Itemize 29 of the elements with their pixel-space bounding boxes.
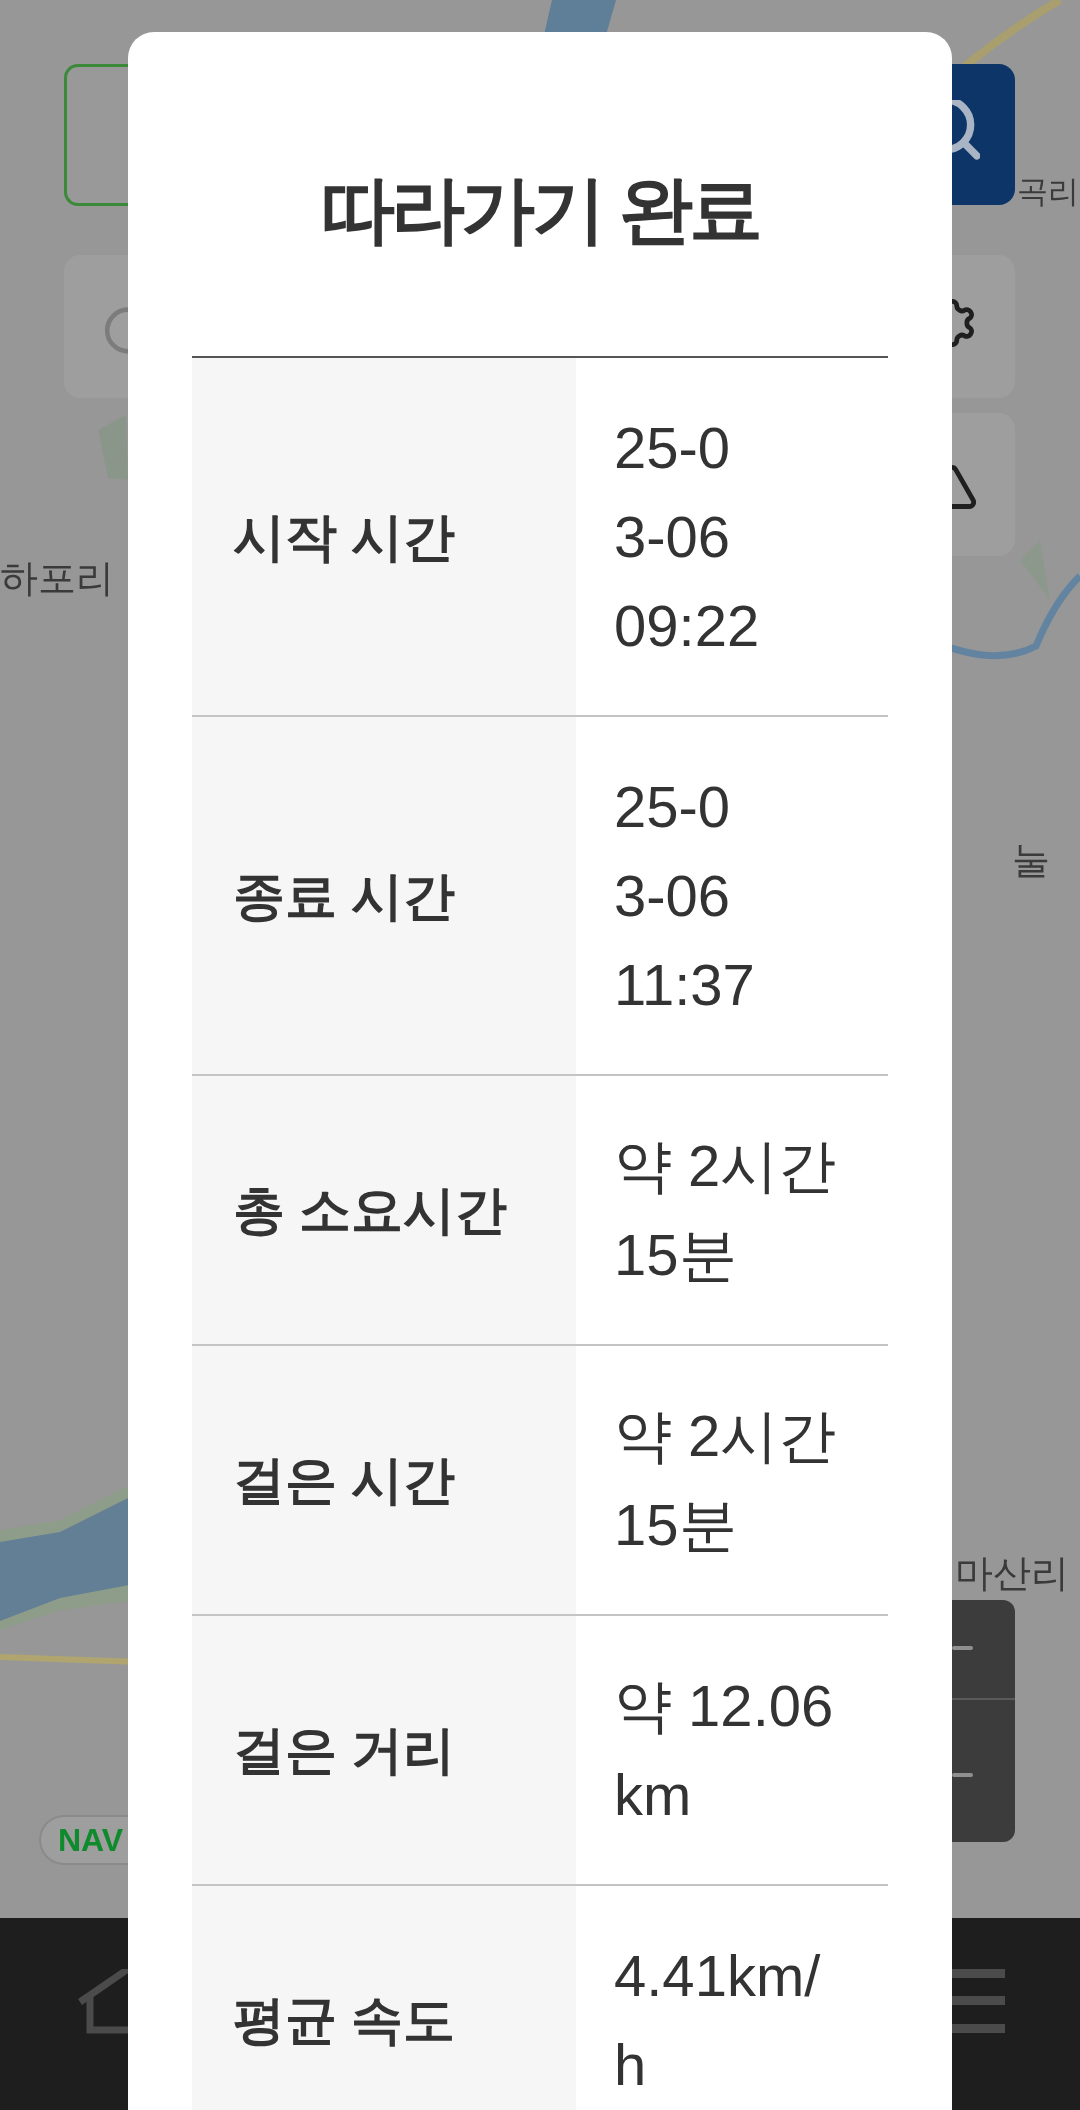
map-label: 눌 xyxy=(1012,838,1050,882)
row-header-cell: 시작 시간 xyxy=(192,358,576,715)
row-header-cell: 걸은 시간 xyxy=(192,1346,576,1614)
map-label: 곡리 xyxy=(1017,174,1079,210)
row-header-cell: 평균 속도 xyxy=(192,1886,576,2110)
search-field[interactable] xyxy=(64,64,128,206)
table-cell-text: 약 12.06km xyxy=(613,1672,835,1829)
zoom-in-button[interactable] xyxy=(952,1600,1015,1700)
row-header-cell: 걸은 거리 xyxy=(192,1616,576,1884)
table-cell-text: 25-03-06 11:37 xyxy=(613,773,756,1019)
table-cell-text: 25-03-06 09:22 xyxy=(613,414,761,660)
dash-icon xyxy=(952,1773,973,1777)
map-logo: NAV xyxy=(39,1815,128,1865)
dialog-title: 따라가기 완료 xyxy=(319,167,761,253)
dash-icon xyxy=(952,1646,973,1650)
table-cell-text: 4.41km/h xyxy=(613,1942,822,2099)
row-header-cell: 종료 시간 xyxy=(192,717,576,1074)
table-cell-text: 약 2시간 15분 xyxy=(613,1132,838,1289)
row-header-cell: 총 소요시간 xyxy=(192,1076,576,1344)
zoom-out-button[interactable] xyxy=(952,1700,1015,1842)
home-icon[interactable] xyxy=(77,1969,128,2034)
map-label: 하포리 xyxy=(0,556,114,600)
menu-icon[interactable] xyxy=(952,1969,1005,2033)
search-icon xyxy=(952,100,980,162)
search-button[interactable] xyxy=(952,64,1015,205)
table-cell-text: 약 2시간 15분 xyxy=(613,1402,838,1559)
map-control-button[interactable] xyxy=(952,413,1015,556)
map-label: 마산리 xyxy=(955,1551,1069,1595)
settings-button[interactable] xyxy=(952,255,1015,398)
